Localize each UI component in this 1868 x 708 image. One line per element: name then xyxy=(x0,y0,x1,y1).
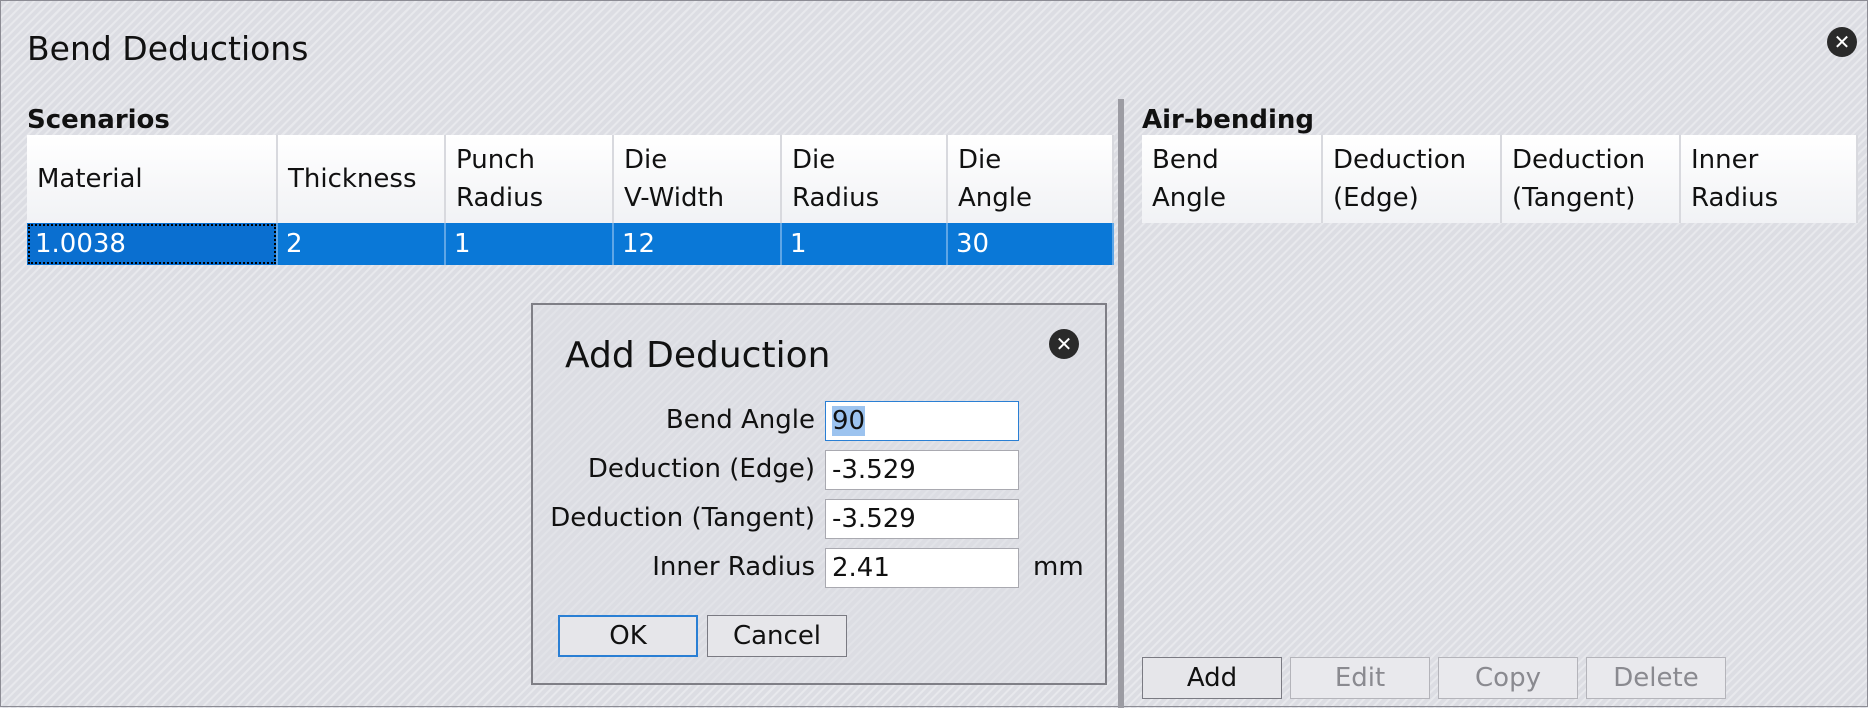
table-cell-die-angle[interactable]: 30 xyxy=(947,223,1114,265)
column-header-die-radius[interactable]: Die Radius xyxy=(781,135,948,223)
deduction-tangent-field[interactable]: -3.529 xyxy=(825,499,1019,539)
deduction-edge-field[interactable]: -3.529 xyxy=(825,450,1019,490)
column-header-thickness[interactable]: Thickness xyxy=(277,135,446,223)
air-bending-header-row: Bend Angle Deduction (Edge) Deduction (Tang… xyxy=(1142,135,1858,223)
scenarios-header-row: Material Thickness Punch Radius Die V-Widt… xyxy=(27,135,1114,223)
dialog-title: Add Deduction xyxy=(565,335,831,376)
bend-angle-field[interactable]: 90 xyxy=(825,401,1019,441)
close-icon: ✕ xyxy=(1833,30,1851,54)
deduction-tangent-row: Deduction (Tangent) -3.529 xyxy=(533,499,1105,541)
deduction-edge-row: Deduction (Edge) -3.529 xyxy=(533,450,1105,492)
inner-radius-field[interactable]: 2.41 xyxy=(825,548,1019,588)
table-cell-die-v-width[interactable]: 12 xyxy=(613,223,782,265)
air-bending-label: Air-bending xyxy=(1142,105,1315,135)
scenarios-label: Scenarios xyxy=(27,105,170,135)
bend-deductions-window: Bend Deductions ✕ Scenarios Material Thi… xyxy=(0,0,1868,708)
column-header-punch-radius[interactable]: Punch Radius xyxy=(445,135,614,223)
column-header-deduction-tangent[interactable]: Deduction (Tangent) xyxy=(1501,135,1681,223)
table-cell-die-radius[interactable]: 1 xyxy=(781,223,948,265)
add-deduction-dialog: Add Deduction ✕ Bend Angle 90 Deduction … xyxy=(531,303,1107,685)
table-cell-punch-radius[interactable]: 1 xyxy=(445,223,614,265)
column-header-inner-radius[interactable]: Inner Radius xyxy=(1680,135,1858,223)
bend-angle-label: Bend Angle xyxy=(665,405,815,435)
panel-splitter[interactable] xyxy=(1118,99,1124,708)
air-bending-table: Bend Angle Deduction (Edge) Deduction (Tang… xyxy=(1142,135,1858,223)
table-row[interactable]: 1.0038 2 1 12 1 30 xyxy=(27,223,1114,265)
scenarios-table: Material Thickness Punch Radius Die V-Widt… xyxy=(27,135,1114,265)
deduction-edge-label: Deduction (Edge) xyxy=(587,454,815,484)
ok-button[interactable]: OK xyxy=(558,615,698,657)
inner-radius-label: Inner Radius xyxy=(652,552,815,582)
edit-button[interactable]: Edit xyxy=(1290,657,1430,699)
copy-button[interactable]: Copy xyxy=(1438,657,1578,699)
column-header-bend-angle[interactable]: Bend Angle xyxy=(1142,135,1323,223)
column-header-die-angle[interactable]: Die Angle xyxy=(947,135,1114,223)
cancel-button[interactable]: Cancel xyxy=(707,615,847,657)
table-cell-thickness[interactable]: 2 xyxy=(277,223,446,265)
window-close-button[interactable]: ✕ xyxy=(1827,27,1857,57)
inner-radius-unit: mm xyxy=(1033,552,1084,582)
column-header-die-v-width[interactable]: Die V-Width xyxy=(613,135,782,223)
bend-angle-row: Bend Angle 90 xyxy=(533,401,1105,443)
table-cell-material[interactable]: 1.0038 xyxy=(27,223,278,265)
dialog-close-button[interactable]: ✕ xyxy=(1049,329,1079,359)
inner-radius-row: Inner Radius 2.41 mm xyxy=(533,548,1105,590)
column-header-material[interactable]: Material xyxy=(27,135,278,223)
add-button[interactable]: Add xyxy=(1142,657,1282,699)
deduction-tangent-label: Deduction (Tangent) xyxy=(550,503,815,533)
column-header-deduction-edge[interactable]: Deduction (Edge) xyxy=(1322,135,1502,223)
delete-button[interactable]: Delete xyxy=(1586,657,1726,699)
window-title: Bend Deductions xyxy=(27,29,309,68)
close-icon: ✕ xyxy=(1055,332,1073,356)
